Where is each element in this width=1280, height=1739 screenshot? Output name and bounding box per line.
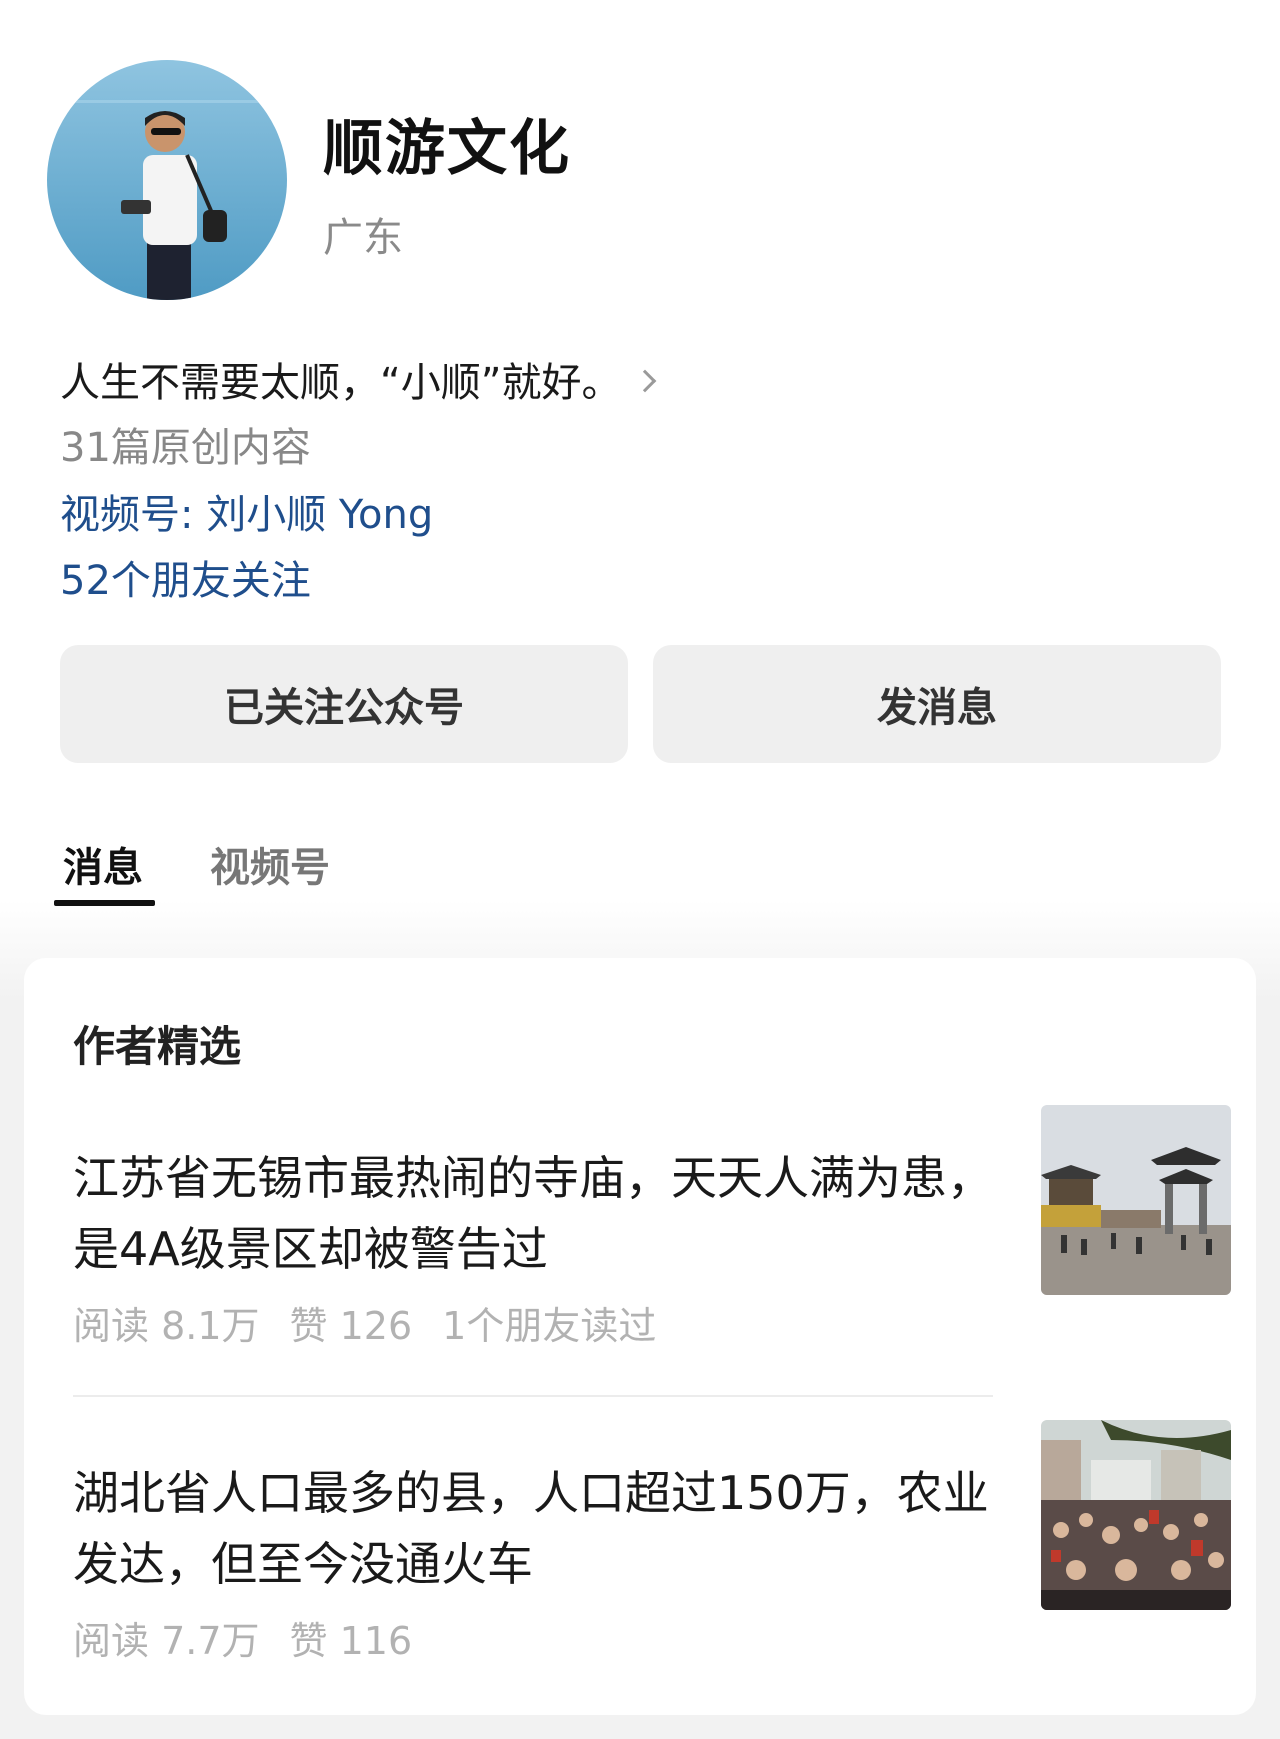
- followed-button[interactable]: 已关注公众号: [60, 645, 628, 763]
- like-count: 赞 116: [289, 1619, 413, 1663]
- read-count: 阅读 8.1万: [73, 1304, 260, 1348]
- account-profile-page: 顺游文化 广东 人生不需要太顺，“小顺”就好。 31篇原创内容 视频号: 刘小顺…: [0, 0, 1280, 1739]
- bio-row[interactable]: 人生不需要太顺，“小顺”就好。: [60, 350, 657, 408]
- article-thumbnail: [1041, 1420, 1231, 1610]
- featured-card: 作者精选 江苏省无锡市最热闹的寺庙，天天人满为患，是4A级景区却被警告过 阅读 …: [24, 958, 1256, 1715]
- temple-photo: [1041, 1105, 1231, 1295]
- article-divider: [73, 1395, 993, 1397]
- article-title: 江苏省无锡市最热闹的寺庙，天天人满为患，是4A级景区却被警告过: [73, 1151, 993, 1276]
- article-title: 湖北省人口最多的县，人口超过150万，农业发达，但至今没通火车: [73, 1466, 989, 1591]
- avatar-photo: [47, 60, 287, 300]
- send-message-button[interactable]: 发消息: [653, 645, 1221, 763]
- read-count: 阅读 7.7万: [73, 1619, 260, 1663]
- crowd-street-photo: [1041, 1420, 1231, 1610]
- chevron-right-icon: [634, 369, 657, 393]
- original-content-count[interactable]: 31篇原创内容: [60, 415, 311, 473]
- avatar[interactable]: [47, 60, 287, 300]
- article-stats: 阅读 7.7万 赞 116: [73, 1610, 442, 1665]
- tab-channels[interactable]: 视频号: [210, 835, 330, 893]
- friends-read: 1个朋友读过: [442, 1304, 657, 1348]
- friends-following-link[interactable]: 52个朋友关注: [60, 548, 311, 606]
- account-name: 顺游文化: [323, 114, 571, 184]
- bio-text: 人生不需要太顺，“小顺”就好。: [60, 360, 622, 406]
- tab-messages[interactable]: 消息: [63, 835, 143, 893]
- featured-title: 作者精选: [73, 1022, 242, 1071]
- like-count: 赞 126: [289, 1304, 413, 1348]
- active-tab-indicator: [54, 900, 155, 906]
- article-stats: 阅读 8.1万 赞 126 1个朋友读过: [73, 1295, 686, 1350]
- article-thumbnail: [1041, 1105, 1231, 1295]
- account-region: 广东: [323, 215, 403, 261]
- channels-link[interactable]: 视频号: 刘小顺 Yong: [60, 482, 433, 540]
